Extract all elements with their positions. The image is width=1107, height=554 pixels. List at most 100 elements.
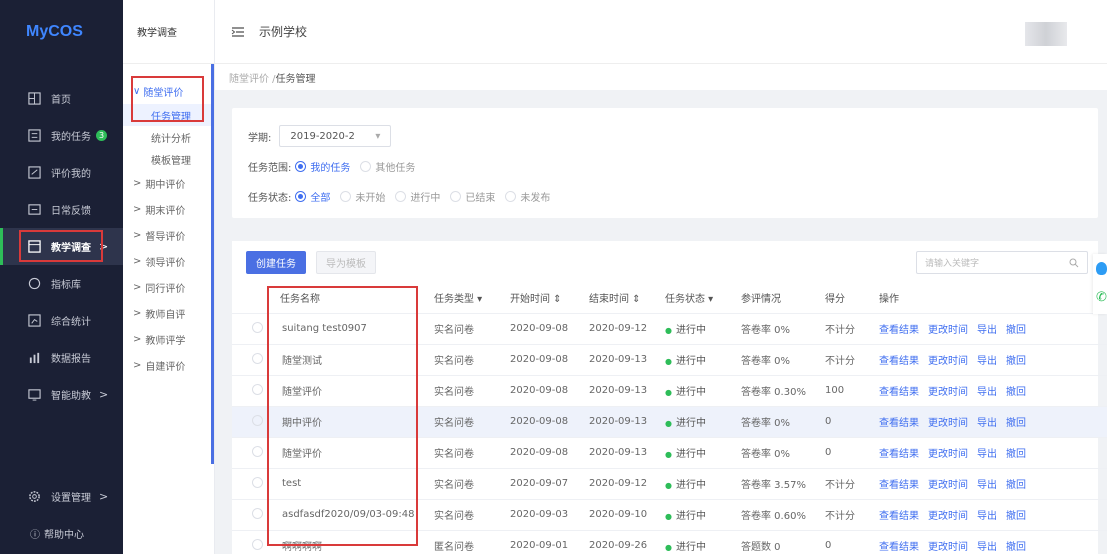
table-row[interactable]: 随堂评价 实名问卷 2020-09-08 2020-09-13 进行中 答卷率 0.30%…	[232, 375, 1107, 407]
row-checkbox[interactable]	[252, 507, 263, 519]
breadcrumb-parent[interactable]: 随堂评价 /	[229, 70, 276, 85]
sub-group-leader[interactable]: > 领导评价	[123, 248, 214, 274]
row-checkbox[interactable]	[252, 445, 263, 457]
feedback-icon	[28, 203, 41, 216]
view-result-link[interactable]: 查看结果	[879, 449, 919, 460]
row-select-cell	[232, 499, 280, 531]
export-link[interactable]: 导出	[977, 449, 997, 460]
sub-group-self[interactable]: > 教师自评	[123, 300, 214, 326]
table-row[interactable]: 啊啊啊啊 匿名问卷 2020-09-01 2020-09-26 进行中 答题数 0 0 查看结…	[232, 530, 1107, 554]
score-cell: 不计分	[825, 468, 879, 500]
withdraw-link[interactable]: 撤回	[1006, 542, 1026, 553]
sidebar-item-my-tasks[interactable]: 我的任务 3	[0, 117, 123, 154]
create-task-button[interactable]: 创建任务	[246, 250, 306, 274]
sub-group-final[interactable]: > 期末评价	[123, 196, 214, 222]
sub-group-teacher-learning[interactable]: > 教师评学	[123, 326, 214, 352]
term-select[interactable]: 2019-2020-2 ▾	[279, 125, 392, 147]
scrollbar[interactable]	[211, 64, 214, 464]
change-time-link[interactable]: 更改时间	[928, 418, 968, 429]
sub-item-templates[interactable]: 模板管理	[123, 148, 214, 170]
radio-status-unpublished[interactable]: 未发布	[505, 189, 550, 204]
radio-status-ended[interactable]: 已结束	[450, 189, 495, 204]
row-checkbox[interactable]	[252, 352, 263, 364]
change-time-link[interactable]: 更改时间	[928, 325, 968, 336]
change-time-link[interactable]: 更改时间	[928, 542, 968, 553]
sidebar-item-smart-assistant[interactable]: 智能助教 >	[0, 376, 123, 413]
phone-icon[interactable]: ✆	[1096, 290, 1107, 305]
table-row[interactable]: 随堂评价 实名问卷 2020-09-08 2020-09-13 进行中 答卷率 0% 0 查看…	[232, 437, 1107, 469]
radio-status-all[interactable]: 全部	[295, 189, 330, 204]
sub-group-peer[interactable]: > 同行评价	[123, 274, 214, 300]
survey-icon	[28, 240, 41, 253]
sidebar-item-teaching-survey[interactable]: 教学调查 >	[0, 228, 123, 265]
sidebar-item-index-library[interactable]: 指标库	[0, 265, 123, 302]
view-result-link[interactable]: 查看结果	[879, 542, 919, 553]
withdraw-link[interactable]: 撤回	[1006, 418, 1026, 429]
table-row[interactable]: 期中评价 实名问卷 2020-09-08 2020-09-13 进行中 答卷率 0% 0 查看…	[232, 406, 1107, 438]
sub-group-supervisor[interactable]: > 督导评价	[123, 222, 214, 248]
withdraw-link[interactable]: 撤回	[1006, 449, 1026, 460]
row-checkbox[interactable]	[252, 383, 263, 395]
sub-item-task-management[interactable]: 任务管理	[123, 104, 214, 126]
row-checkbox[interactable]	[252, 321, 263, 333]
withdraw-link[interactable]: 撤回	[1006, 325, 1026, 336]
sub-group-custom[interactable]: > 自建评价	[123, 352, 214, 378]
sidebar-item-statistics[interactable]: 综合统计	[0, 302, 123, 339]
sidebar-item-home[interactable]: 首页	[0, 80, 123, 117]
header-task-type[interactable]: 任务类型 ▾	[434, 283, 510, 314]
withdraw-link[interactable]: 撤回	[1006, 387, 1026, 398]
withdraw-link[interactable]: 撤回	[1006, 511, 1026, 522]
menu-toggle-icon[interactable]	[231, 25, 245, 39]
sidebar-item-evaluate-me[interactable]: 评价我的	[0, 154, 123, 191]
view-result-link[interactable]: 查看结果	[879, 511, 919, 522]
export-link[interactable]: 导出	[977, 480, 997, 491]
sub-group-label: 随堂评价	[143, 87, 184, 99]
header-end-time[interactable]: 结束时间 ⇕	[589, 283, 665, 314]
export-link[interactable]: 导出	[977, 325, 997, 336]
header-start-time[interactable]: 开始时间 ⇕	[510, 283, 589, 314]
sub-item-statistics[interactable]: 统计分析	[123, 126, 214, 148]
sub-group-classroom-eval[interactable]: ∨ 随堂评价	[123, 78, 214, 104]
change-time-link[interactable]: 更改时间	[928, 480, 968, 491]
view-result-link[interactable]: 查看结果	[879, 480, 919, 491]
task-name-text: 啊啊啊啊	[282, 542, 322, 553]
sidebar-item-settings[interactable]: 设置管理 >	[0, 478, 123, 515]
logo: MyCOS	[26, 23, 83, 40]
export-link[interactable]: 导出	[977, 418, 997, 429]
export-link[interactable]: 导出	[977, 356, 997, 367]
view-result-link[interactable]: 查看结果	[879, 387, 919, 398]
avatar[interactable]	[1025, 22, 1067, 46]
export-link[interactable]: 导出	[977, 542, 997, 553]
row-checkbox[interactable]	[252, 414, 263, 426]
sub-group-midterm[interactable]: > 期中评价	[123, 170, 214, 196]
change-time-link[interactable]: 更改时间	[928, 449, 968, 460]
radio-scope-mine[interactable]: 我的任务	[295, 159, 350, 174]
change-time-link[interactable]: 更改时间	[928, 356, 968, 367]
export-link[interactable]: 导出	[977, 387, 997, 398]
qq-icon[interactable]	[1096, 262, 1107, 275]
table-row[interactable]: test 实名问卷 2020-09-07 2020-09-12 进行中 答卷率 3.57%…	[232, 468, 1107, 500]
sidebar-item-help[interactable]: ⓘ 帮助中心	[0, 515, 123, 552]
view-result-link[interactable]: 查看结果	[879, 418, 919, 429]
row-checkbox[interactable]	[252, 538, 263, 550]
view-result-link[interactable]: 查看结果	[879, 325, 919, 336]
radio-scope-other[interactable]: 其他任务	[360, 159, 415, 174]
withdraw-link[interactable]: 撤回	[1006, 356, 1026, 367]
start-time-cell: 2020-09-03	[510, 499, 589, 531]
table-row[interactable]: asdfasdf2020/09/03-09:48 实名问卷 2020-09-03 20…	[232, 499, 1107, 531]
change-time-link[interactable]: 更改时间	[928, 387, 968, 398]
sidebar-item-data-report[interactable]: 数据报告	[0, 339, 123, 376]
change-time-link[interactable]: 更改时间	[928, 511, 968, 522]
export-link[interactable]: 导出	[977, 511, 997, 522]
radio-status-not-started[interactable]: 未开始	[340, 189, 385, 204]
table-row[interactable]: suitang test0907 实名问卷 2020-09-08 2020-09-12…	[232, 313, 1107, 345]
radio-status-in-progress[interactable]: 进行中	[395, 189, 440, 204]
sidebar-item-feedback[interactable]: 日常反馈	[0, 191, 123, 228]
row-checkbox[interactable]	[252, 476, 263, 488]
table-row[interactable]: 随堂测试 实名问卷 2020-09-08 2020-09-13 进行中 答卷率 0% 不计分…	[232, 344, 1107, 376]
search-icon[interactable]	[1069, 258, 1079, 268]
header-status[interactable]: 任务状态 ▾	[665, 283, 741, 314]
view-result-link[interactable]: 查看结果	[879, 356, 919, 367]
search-input[interactable]: 请输入关键字	[916, 251, 1088, 274]
withdraw-link[interactable]: 撤回	[1006, 480, 1026, 491]
